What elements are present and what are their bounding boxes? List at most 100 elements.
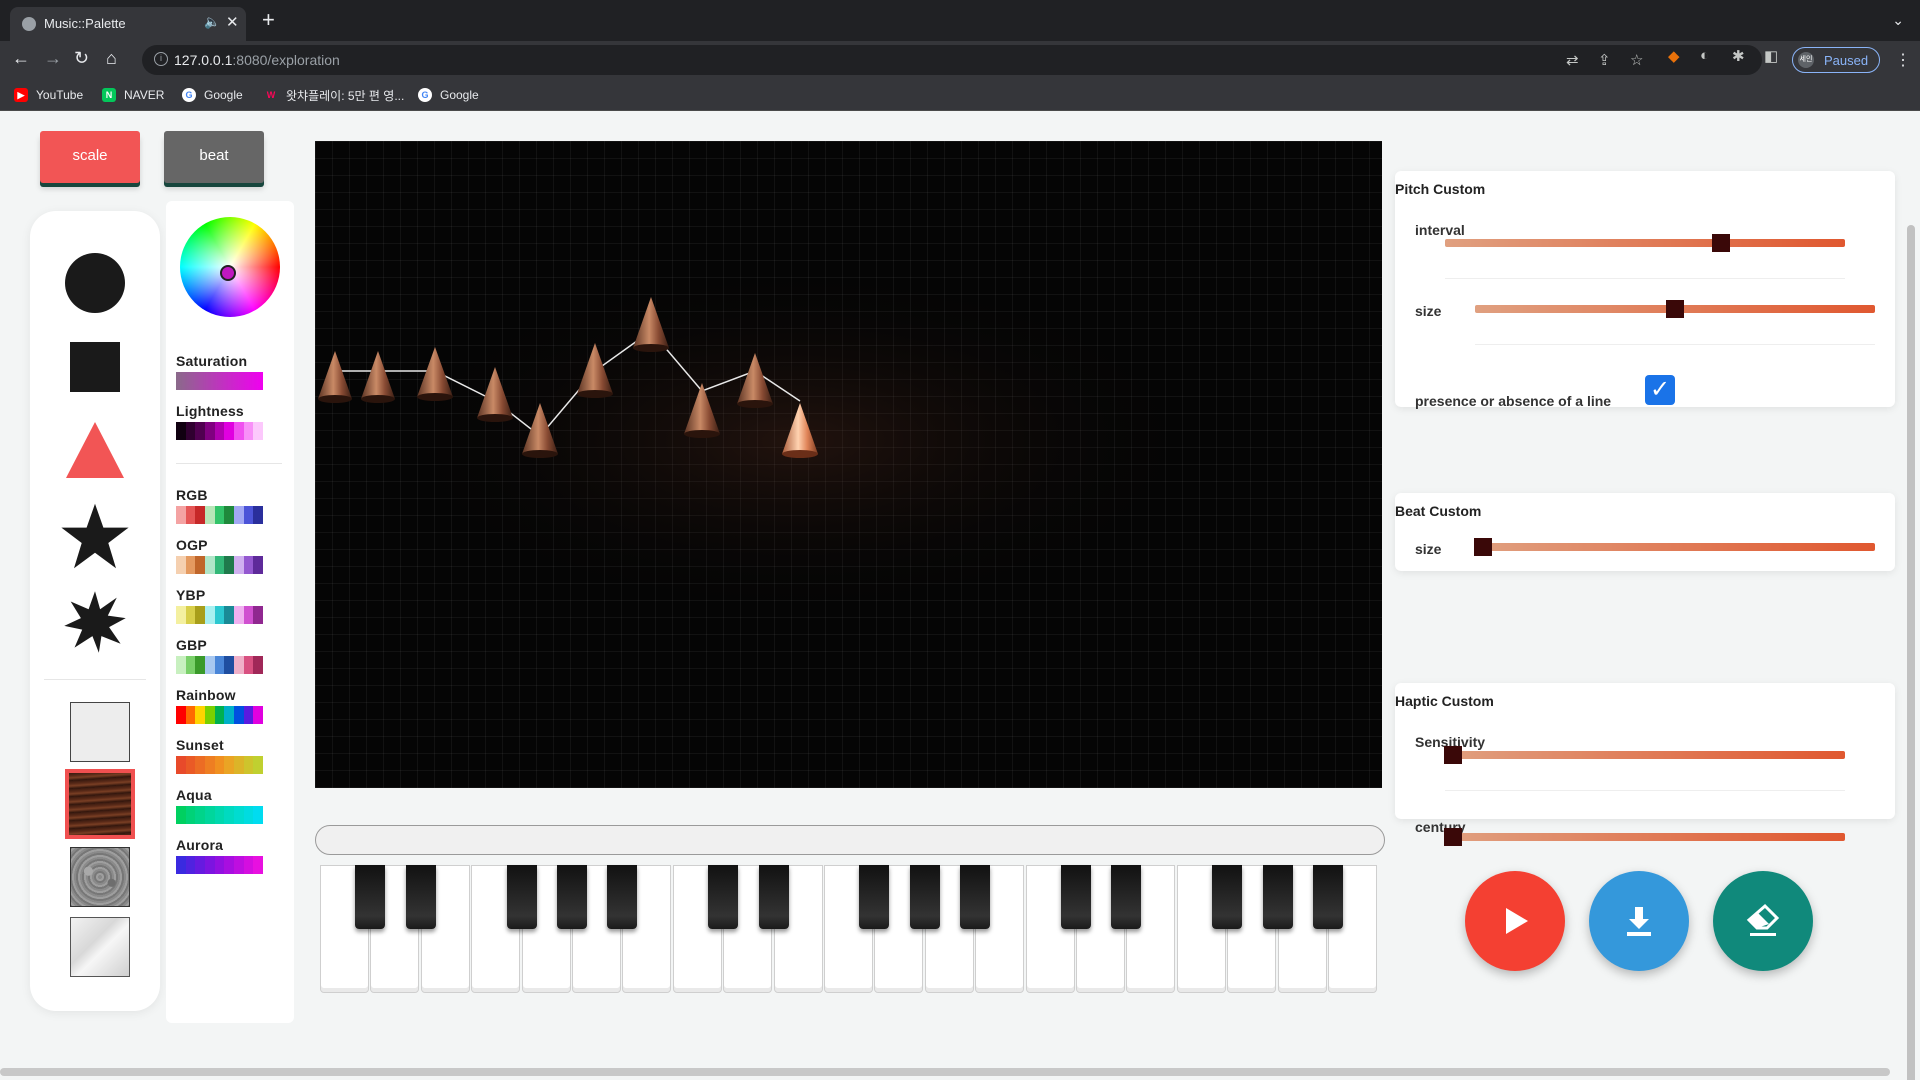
triangle-shape-button[interactable] bbox=[30, 419, 160, 481]
share-icon[interactable]: ⇪ bbox=[1598, 51, 1611, 69]
beat-size-slider[interactable] bbox=[1474, 538, 1875, 556]
horizontal-scrollbar[interactable] bbox=[0, 1068, 1890, 1076]
palette-scheme-swatch[interactable] bbox=[176, 656, 264, 674]
burst-shape-button[interactable] bbox=[30, 589, 160, 655]
interval-slider-thumb[interactable] bbox=[1712, 234, 1730, 252]
piano-black-key[interactable] bbox=[355, 865, 386, 929]
bookmark-youtube[interactable]: ▶ YouTube bbox=[14, 87, 83, 103]
piano-keyboard bbox=[320, 865, 1380, 993]
erase-button[interactable] bbox=[1713, 871, 1813, 971]
palette-scheme-swatch[interactable] bbox=[176, 706, 264, 724]
palette-scheme-swatch[interactable] bbox=[176, 556, 264, 574]
circle-shape-button[interactable] bbox=[30, 251, 160, 315]
color-wheel-handle[interactable] bbox=[220, 265, 236, 281]
new-tab-button[interactable]: + bbox=[262, 9, 275, 31]
swatch-segment bbox=[195, 806, 206, 824]
bookmark-google[interactable]: G Google bbox=[182, 87, 243, 103]
swatch-segment bbox=[243, 506, 254, 524]
address-bar[interactable]: i 127.0.0.1:8080/exploration ⇄ ⇪ ☆ bbox=[142, 45, 1762, 75]
forward-arrow-icon[interactable]: → bbox=[44, 48, 62, 68]
plain-texture-swatch[interactable] bbox=[70, 702, 130, 762]
bookmark-naver[interactable]: N NAVER bbox=[102, 87, 164, 103]
pitch-size-slider-thumb[interactable] bbox=[1666, 300, 1684, 318]
close-tab-icon[interactable]: ✕ bbox=[226, 13, 239, 31]
browser-tab[interactable]: Music::Palette 🔈 ✕ bbox=[10, 7, 246, 41]
browser-menu-icon[interactable]: ⋮ bbox=[1895, 50, 1911, 70]
beat-custom-card: Beat Custom size bbox=[1395, 493, 1895, 571]
wood-texture-swatch[interactable] bbox=[65, 769, 135, 839]
piano-black-key[interactable] bbox=[506, 865, 537, 929]
profile-button[interactable]: 세인 Paused bbox=[1792, 47, 1880, 73]
chevron-down-icon[interactable]: ⌄ bbox=[1892, 12, 1904, 29]
piano-black-key[interactable] bbox=[708, 865, 739, 929]
interval-slider[interactable] bbox=[1445, 234, 1845, 252]
piano-black-key[interactable] bbox=[1262, 865, 1293, 929]
speaker-muted-icon[interactable]: 🔈 bbox=[204, 14, 220, 30]
home-icon[interactable]: ⌂ bbox=[106, 48, 117, 68]
reload-icon[interactable]: ↻ bbox=[74, 48, 89, 68]
swatch-segment bbox=[195, 856, 206, 874]
palette-scheme-swatch[interactable] bbox=[176, 756, 264, 774]
puzzle-extensions-icon[interactable]: ✱ bbox=[1732, 47, 1745, 65]
piano-black-key[interactable] bbox=[909, 865, 940, 929]
line-toggle-checkbox[interactable]: ✓ bbox=[1645, 375, 1675, 405]
saturation-slider[interactable] bbox=[176, 372, 263, 390]
piano-black-key[interactable] bbox=[758, 865, 789, 929]
palette-scheme-swatch[interactable] bbox=[176, 806, 264, 824]
swatch-segment bbox=[214, 806, 225, 824]
wood-texture-image bbox=[69, 773, 131, 835]
stone-texture-swatch[interactable] bbox=[70, 847, 130, 907]
star-shape-button[interactable] bbox=[30, 501, 160, 571]
piano-black-key[interactable] bbox=[1061, 865, 1091, 929]
visualization-canvas[interactable] bbox=[315, 141, 1382, 788]
playback-progress-bar[interactable] bbox=[315, 825, 1385, 855]
century-slider-thumb[interactable] bbox=[1444, 828, 1462, 846]
info-icon[interactable]: i bbox=[154, 52, 168, 66]
melody-visualization bbox=[318, 261, 1215, 621]
piano-black-key[interactable] bbox=[1212, 865, 1243, 929]
bookmark-star-icon[interactable]: ☆ bbox=[1630, 51, 1643, 69]
swatch-segment bbox=[253, 756, 264, 774]
piano-black-key[interactable] bbox=[1313, 865, 1343, 929]
side-panel-icon[interactable]: ◧ bbox=[1764, 47, 1778, 65]
swatch-segment bbox=[243, 756, 254, 774]
play-button[interactable] bbox=[1465, 871, 1565, 971]
pitch-size-slider[interactable] bbox=[1475, 300, 1875, 318]
beat-mode-button[interactable]: beat bbox=[164, 131, 264, 183]
bookmark-label: Google bbox=[440, 88, 479, 102]
lightness-slider[interactable] bbox=[176, 422, 264, 440]
play-icon bbox=[1506, 908, 1528, 934]
silk-texture-swatch[interactable] bbox=[70, 917, 130, 977]
sensitivity-slider-thumb[interactable] bbox=[1444, 746, 1462, 764]
piano-black-key[interactable] bbox=[859, 865, 890, 929]
swatch-segment bbox=[214, 856, 225, 874]
beat-size-slider-thumb[interactable] bbox=[1474, 538, 1492, 556]
square-shape-button[interactable] bbox=[30, 341, 160, 393]
vertical-scrollbar[interactable] bbox=[1907, 225, 1915, 1080]
swatch-segment bbox=[253, 856, 264, 874]
piano-black-key[interactable] bbox=[607, 865, 638, 929]
bookmark-google[interactable]: G Google bbox=[418, 87, 479, 103]
download-button[interactable] bbox=[1589, 871, 1689, 971]
sensitivity-slider[interactable] bbox=[1444, 746, 1845, 764]
scale-mode-button[interactable]: scale bbox=[40, 131, 140, 183]
bookmark-watcha[interactable]: W 왓챠플레이: 5만 편 영... bbox=[264, 87, 405, 103]
century-slider[interactable] bbox=[1444, 828, 1845, 846]
piano-black-key[interactable] bbox=[557, 865, 587, 929]
piano-black-key[interactable] bbox=[405, 865, 436, 929]
swatch-segment bbox=[195, 706, 206, 724]
palette-scheme-swatch[interactable] bbox=[176, 606, 264, 624]
swatch-segment bbox=[214, 756, 225, 774]
translate-icon[interactable]: ⇄ bbox=[1566, 51, 1579, 69]
back-arrow-icon[interactable]: ← bbox=[12, 48, 30, 68]
palette-scheme-swatch[interactable] bbox=[176, 856, 264, 874]
haptic-custom-card: Haptic Custom Sensitivity century bbox=[1395, 683, 1895, 835]
extension-icon[interactable]: ◐ bbox=[1700, 47, 1709, 64]
piano-black-key[interactable] bbox=[960, 865, 991, 929]
piano-black-key[interactable] bbox=[1111, 865, 1142, 929]
palette-scheme-swatch[interactable] bbox=[176, 506, 264, 524]
swatch-segment bbox=[185, 556, 196, 574]
metamask-extension-icon[interactable]: ◆ bbox=[1668, 47, 1680, 65]
size-label: size bbox=[1415, 303, 1442, 319]
bookmark-label: Google bbox=[204, 88, 243, 102]
